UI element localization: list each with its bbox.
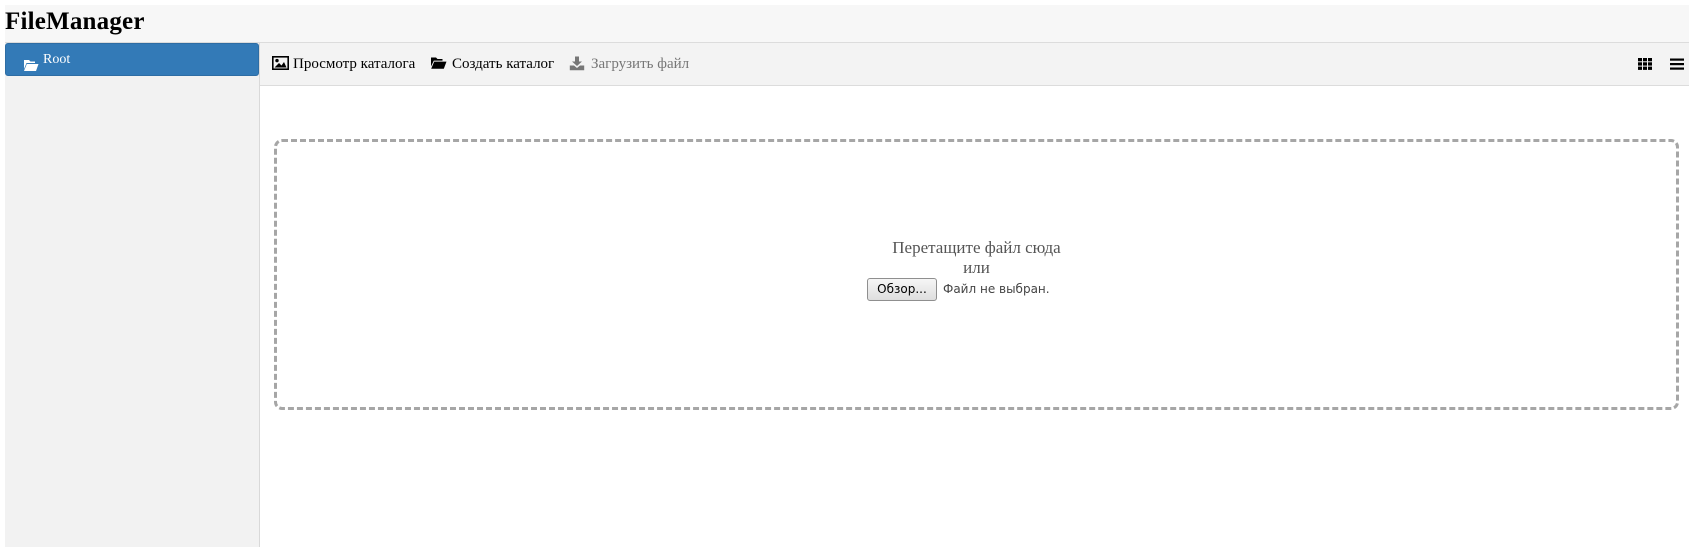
file-manager-app: FileManager Root Просмотр каталога Созда… <box>5 5 1689 547</box>
create-catalog-button[interactable]: Создать каталог <box>430 43 558 85</box>
upload-file-label: Загрузить файл <box>591 56 690 72</box>
grid-icon <box>1638 58 1652 70</box>
app-title: FileManager <box>5 8 145 35</box>
list-icon <box>1670 58 1684 70</box>
main-panel: Просмотр каталога Создать каталог Загруз… <box>260 43 1689 547</box>
browse-button[interactable]: Обзор... <box>867 278 937 301</box>
image-icon <box>272 56 289 70</box>
dropzone-or: или <box>963 258 990 277</box>
toolbar: Просмотр каталога Создать каталог Загруз… <box>260 43 1689 86</box>
view-catalog-label: Просмотр каталога <box>293 56 416 72</box>
file-status: Файл не выбран. <box>943 282 1050 296</box>
file-dropzone[interactable]: Перетащите файл сюда или Обзор... Файл н… <box>274 139 1679 410</box>
upload-file-button[interactable]: Загрузить файл <box>569 43 694 85</box>
download-icon <box>569 56 585 71</box>
folder-open-icon <box>23 53 39 71</box>
folder-open-icon <box>431 57 447 69</box>
list-view-button[interactable] <box>1669 56 1685 72</box>
grid-view-button[interactable] <box>1637 56 1653 72</box>
dropzone-prompt: Перетащите файл сюда <box>892 238 1061 257</box>
tree-item-label: Root <box>43 52 71 67</box>
tree-item-root[interactable]: Root <box>5 43 259 76</box>
sidebar: Root <box>5 43 260 547</box>
create-catalog-label: Создать каталог <box>452 56 555 72</box>
view-catalog-button[interactable]: Просмотр каталога <box>272 43 420 85</box>
